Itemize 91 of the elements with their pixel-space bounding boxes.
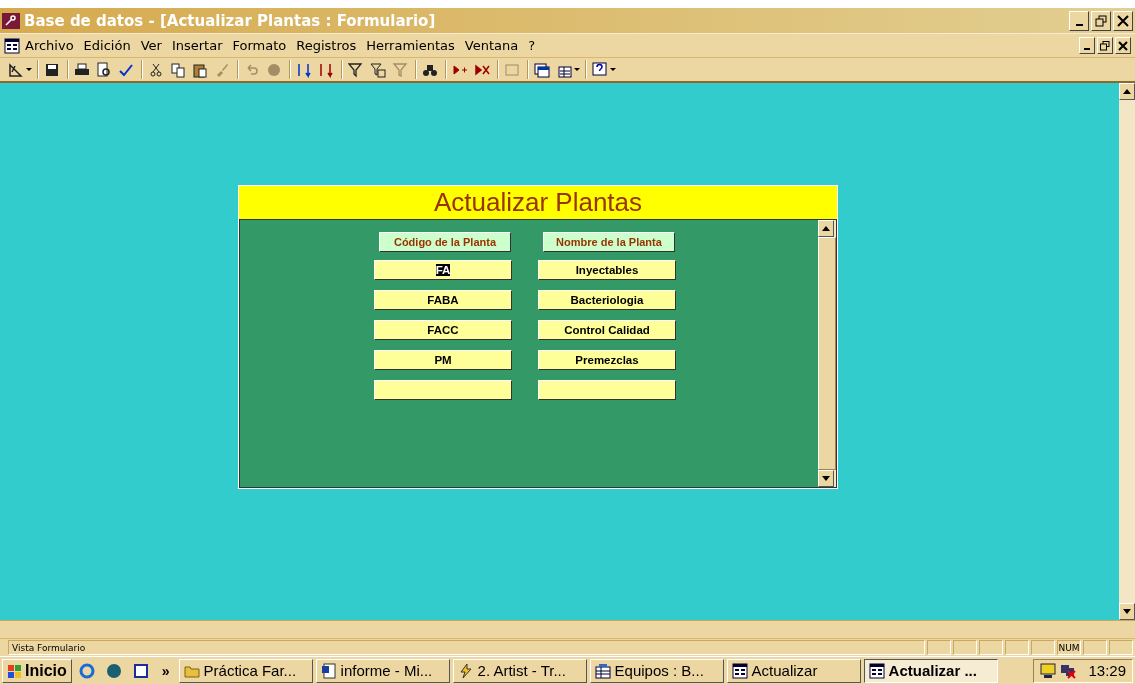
down-arrow-icon (822, 476, 830, 481)
code-field[interactable]: FABA (374, 290, 512, 310)
monitor-icon (1040, 662, 1057, 679)
scroll-up-button[interactable] (1119, 83, 1135, 100)
status-indicator: NUM (1057, 640, 1081, 655)
restore-button[interactable] (1097, 37, 1113, 54)
status-indicator (979, 640, 1003, 655)
window-title: Base de datos - [Actualizar Plantas : Formulario] (24, 11, 437, 30)
taskbar-button[interactable]: Actualizar ... (863, 658, 998, 683)
document-icon (320, 662, 337, 679)
status-indicator (1109, 640, 1133, 655)
key-icon (2, 12, 20, 29)
save-icon (44, 61, 60, 78)
menu-item[interactable]: Formato (227, 38, 292, 53)
taskbar-button[interactable]: informe - Mi... (315, 658, 450, 683)
browser-icon (78, 662, 95, 679)
menu-item[interactable]: Ventana (459, 38, 524, 53)
taskbar-button[interactable]: Actualizar (726, 658, 861, 683)
menu-item[interactable]: Edición (78, 38, 136, 53)
menu-item[interactable]: ? (523, 38, 541, 53)
sort-ascending-icon (296, 61, 312, 78)
help-icon (592, 61, 608, 78)
name-field[interactable]: Control Calidad (538, 320, 676, 340)
code-field[interactable]: PM (374, 350, 512, 370)
globe-icon (105, 662, 122, 679)
code-field[interactable] (374, 380, 512, 400)
network-icon (1060, 662, 1077, 679)
code-field[interactable]: FACC (374, 320, 512, 340)
name-field[interactable]: Bacteriologia (538, 290, 676, 310)
cut-icon (148, 61, 164, 78)
menu-item[interactable]: Ver (135, 38, 167, 53)
scroll-up-button[interactable] (818, 220, 834, 237)
column-label: Nombre de la Planta (543, 232, 675, 252)
scroll-down-button[interactable] (818, 470, 834, 487)
sort-descending-icon (318, 61, 334, 78)
lightning-icon (457, 662, 474, 679)
name-field[interactable]: Inyectables (538, 260, 676, 280)
menu-item[interactable]: Archivo (20, 38, 79, 53)
taskbar-button[interactable]: Práctica Far... (178, 658, 313, 683)
scroll-down-button[interactable] (1119, 603, 1135, 620)
start-button[interactable]: Inicio (2, 658, 72, 683)
table-icon (594, 662, 611, 679)
menu-item[interactable]: Registros (291, 38, 362, 53)
up-arrow-icon (1123, 89, 1131, 94)
minimize-button[interactable] (1069, 10, 1089, 31)
print-preview-icon (96, 61, 112, 78)
status-indicator (953, 640, 977, 655)
restore-button[interactable] (1091, 10, 1111, 31)
status-indicator (1083, 640, 1107, 655)
design-view-icon (8, 61, 24, 78)
close-button[interactable] (1115, 37, 1131, 54)
minimize-icon (1084, 47, 1090, 50)
minimize-icon (1075, 23, 1083, 26)
copy-icon (170, 61, 186, 78)
menu-item[interactable]: Herramientas (361, 38, 460, 53)
more-button[interactable]: » (155, 659, 176, 682)
taskbar-button[interactable]: 2. Artist - Tr... (452, 658, 587, 683)
funnel-icon (392, 61, 408, 78)
filter-icon (348, 61, 364, 78)
properties-icon (504, 61, 520, 78)
caret-icon (610, 67, 616, 72)
status-indicator (1031, 640, 1055, 655)
flag-icon (7, 662, 23, 679)
clock: 13:29 (1088, 662, 1126, 679)
down-arrow-icon (1123, 609, 1131, 614)
document-icon (132, 662, 149, 679)
column-label: Código de la Planta (379, 232, 511, 252)
caret-icon (574, 67, 580, 72)
caret-icon (26, 67, 32, 72)
name-field[interactable]: Premezclas (538, 350, 676, 370)
database-window-icon (534, 61, 550, 78)
name-field[interactable] (538, 380, 676, 400)
print-icon (74, 61, 90, 78)
undo-icon (244, 61, 260, 78)
status-text: Vista Formulario (8, 640, 925, 655)
status-indicator (1005, 640, 1029, 655)
form-icon (731, 662, 748, 679)
menu-item[interactable]: Insertar (166, 38, 228, 53)
minimize-button[interactable] (1079, 37, 1095, 54)
up-arrow-icon (822, 226, 830, 231)
scrollbar[interactable] (1119, 83, 1135, 620)
close-button[interactable] (1113, 10, 1133, 31)
code-field[interactable]: FA (374, 260, 512, 280)
filter-form-icon (370, 61, 386, 78)
status-indicator (927, 640, 951, 655)
form-title: Actualizar Plantas (433, 187, 643, 218)
form-icon (4, 37, 20, 54)
paste-icon (192, 61, 208, 78)
form-icon (868, 662, 885, 679)
taskbar-button[interactable]: Equipos : B... (589, 658, 724, 683)
globe-icon (266, 61, 282, 78)
